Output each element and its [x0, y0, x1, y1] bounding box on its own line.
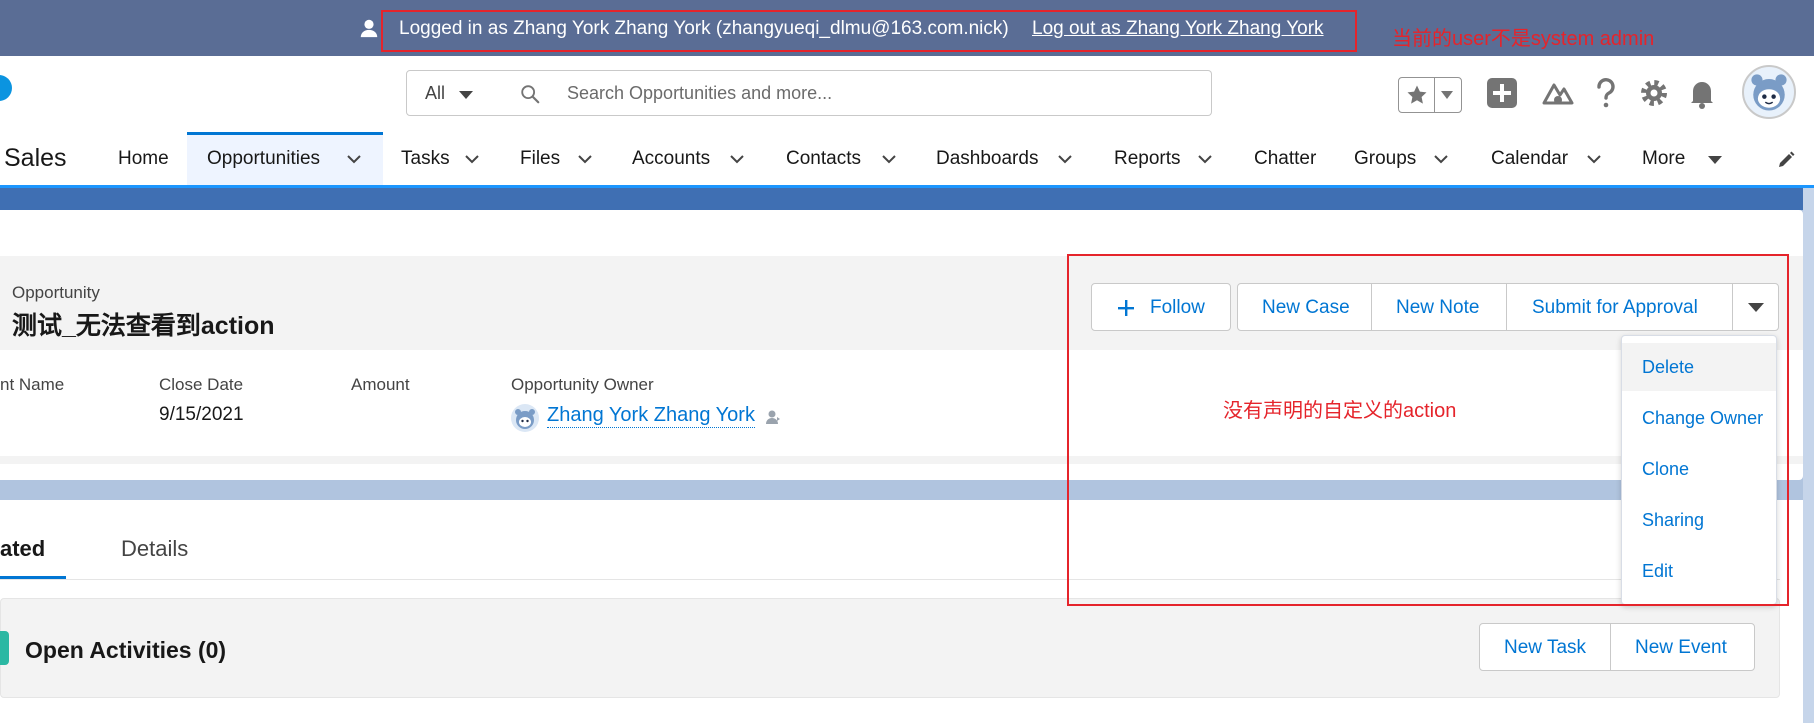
- trailhead-guidance-icon[interactable]: [1540, 75, 1576, 111]
- caret-down-icon: [1708, 156, 1722, 164]
- favorites-group[interactable]: [1398, 77, 1462, 113]
- opportunity-owner-label: Opportunity Owner: [511, 375, 654, 394]
- annotation-note-actions: 没有声明的自定义的action: [1223, 400, 1457, 422]
- setup-gear-icon[interactable]: [1636, 75, 1672, 111]
- impersonation-text: Logged in as Zhang York Zhang York (zhan…: [399, 18, 1009, 39]
- nav-item-label: Files: [520, 148, 561, 169]
- salesforce-logo-icon[interactable]: [0, 75, 12, 101]
- chevron-down-icon[interactable]: [728, 150, 746, 168]
- search-scope-label: All: [425, 83, 446, 103]
- chevron-down-icon[interactable]: [463, 150, 481, 168]
- nav-item-groups[interactable]: Groups: [1336, 132, 1458, 185]
- nav-item-label: Chatter: [1254, 148, 1317, 169]
- nav-item-label: Contacts: [786, 148, 861, 169]
- help-icon[interactable]: [1588, 75, 1624, 111]
- new-event-button[interactable]: New Event: [1610, 623, 1755, 671]
- nav-item-label: Reports: [1114, 148, 1181, 169]
- nav-item-label: Home: [118, 148, 169, 169]
- user-icon: [360, 19, 378, 38]
- astro-avatar-icon: [515, 409, 535, 429]
- search-icon: [521, 85, 540, 104]
- astro-avatar-icon: [1751, 74, 1787, 111]
- new-event-label: New Event: [1635, 637, 1727, 658]
- annotation-note-top: 当前的user不是system admin: [1392, 28, 1655, 50]
- nav-item-label: Groups: [1354, 148, 1417, 169]
- nav-item-label: Opportunities: [207, 148, 321, 169]
- user-avatar[interactable]: [1742, 65, 1796, 119]
- new-task-label: New Task: [1504, 637, 1587, 658]
- nav-item-reports[interactable]: Reports: [1096, 132, 1222, 185]
- app-navigation-bar: Sales Home Opportunities Tasks Files Acc…: [0, 132, 1814, 188]
- page-scrollbar[interactable]: [1803, 188, 1814, 723]
- chevron-down-icon[interactable]: [1196, 150, 1214, 168]
- nav-item-opportunities[interactable]: Opportunities: [187, 132, 383, 185]
- open-activities-card: Open Activities (0) New Task New Event: [0, 598, 1780, 698]
- chevron-down-icon[interactable]: [880, 150, 898, 168]
- chevron-down-icon[interactable]: [1056, 150, 1074, 168]
- search-input[interactable]: [567, 77, 1167, 109]
- nav-item-accounts[interactable]: Accounts: [614, 132, 754, 185]
- notifications-bell-icon[interactable]: [1684, 75, 1720, 111]
- activities-icon: [0, 631, 9, 665]
- object-type-label: Opportunity: [12, 283, 100, 302]
- nav-item-calendar[interactable]: Calendar: [1473, 132, 1607, 185]
- logout-link[interactable]: Log out as Zhang York Zhang York: [1032, 18, 1324, 40]
- nav-item-more[interactable]: More: [1624, 132, 1734, 185]
- tab-details[interactable]: Details: [121, 536, 188, 562]
- record-title: 测试_无法查看到action: [12, 312, 275, 340]
- new-task-button[interactable]: New Task: [1479, 623, 1611, 671]
- amount-label: Amount: [351, 375, 410, 394]
- chevron-down-icon[interactable]: [345, 150, 363, 168]
- nav-item-label: Accounts: [632, 148, 711, 169]
- search-scope-select[interactable]: All: [406, 70, 490, 116]
- open-activities-title[interactable]: Open Activities (0): [25, 637, 226, 664]
- global-search[interactable]: [489, 70, 1212, 116]
- nav-item-tasks[interactable]: Tasks: [383, 132, 489, 185]
- opportunity-owner-link[interactable]: Zhang York Zhang York: [547, 404, 755, 428]
- nav-item-label: Tasks: [401, 148, 450, 169]
- edit-nav-pencil-icon[interactable]: [1776, 150, 1796, 170]
- favorites-list-caret-icon[interactable]: [1441, 91, 1453, 99]
- chevron-down-icon[interactable]: [1585, 150, 1603, 168]
- page-background-band: [0, 188, 1814, 210]
- nav-item-dashboards[interactable]: Dashboards: [918, 132, 1084, 185]
- chevron-down-icon[interactable]: [1432, 150, 1450, 168]
- app-name: Sales: [4, 144, 67, 172]
- owner-avatar: [511, 404, 539, 432]
- nav-item-label: Calendar: [1491, 148, 1569, 169]
- caret-down-icon: [459, 91, 473, 99]
- close-date-label: Close Date: [159, 375, 244, 394]
- chevron-down-icon[interactable]: [576, 150, 594, 168]
- favorites-button[interactable]: [1399, 78, 1435, 112]
- nav-item-label: Dashboards: [936, 148, 1039, 169]
- nav-item-files[interactable]: Files: [502, 132, 604, 185]
- impersonation-bar: Logged in as Zhang York Zhang York (zhan…: [0, 0, 1814, 56]
- nav-item-label: More: [1642, 148, 1686, 169]
- global-header: All: [0, 56, 1814, 132]
- annotation-box-actions: [1067, 254, 1789, 606]
- nav-item-contacts[interactable]: Contacts: [768, 132, 910, 185]
- nav-item-home[interactable]: Home: [98, 132, 192, 185]
- star-icon: [1407, 85, 1427, 104]
- close-date-value: 9/15/2021: [159, 404, 244, 425]
- change-owner-icon[interactable]: [764, 408, 782, 426]
- account-name-label: nt Name: [0, 375, 65, 394]
- nav-item-chatter[interactable]: Chatter: [1236, 132, 1328, 185]
- global-actions-add-icon[interactable]: [1484, 75, 1520, 111]
- tab-related[interactable]: ated: [0, 536, 45, 562]
